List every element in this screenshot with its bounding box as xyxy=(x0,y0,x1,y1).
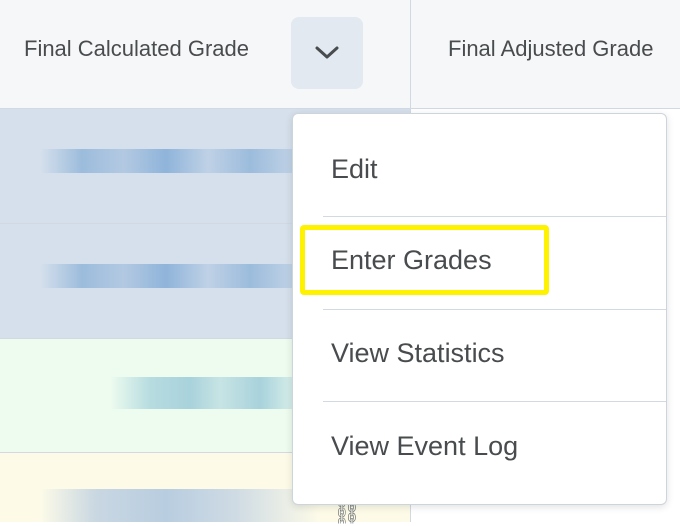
column-options-button[interactable] xyxy=(291,17,363,89)
menu-item-label: Enter Grades xyxy=(331,245,492,275)
chevron-down-icon xyxy=(315,46,339,59)
menu-item-enter-grades[interactable]: Enter Grades xyxy=(293,217,666,309)
redacted-cell xyxy=(40,489,320,522)
menu-item-label: View Event Log xyxy=(331,431,519,461)
column-header-final-calculated-grade[interactable]: Final Calculated Grade xyxy=(24,36,249,62)
menu-item-label: Edit xyxy=(331,154,378,184)
redacted-cell xyxy=(110,377,310,409)
column-header-final-adjusted-grade[interactable]: Final Adjusted Grade xyxy=(448,36,653,62)
menu-item-label: View Statistics xyxy=(331,338,505,368)
grid-header: Final Calculated Grade Final Adjusted Gr… xyxy=(0,0,680,109)
redacted-cell xyxy=(40,264,320,288)
menu-item-edit[interactable]: Edit xyxy=(293,124,666,216)
redacted-cell xyxy=(40,149,320,173)
menu-item-view-event-log[interactable]: View Event Log xyxy=(293,402,666,494)
menu-item-view-statistics[interactable]: View Statistics xyxy=(293,310,666,402)
column-options-menu: Edit Enter Grades View Statistics View E… xyxy=(292,113,667,505)
